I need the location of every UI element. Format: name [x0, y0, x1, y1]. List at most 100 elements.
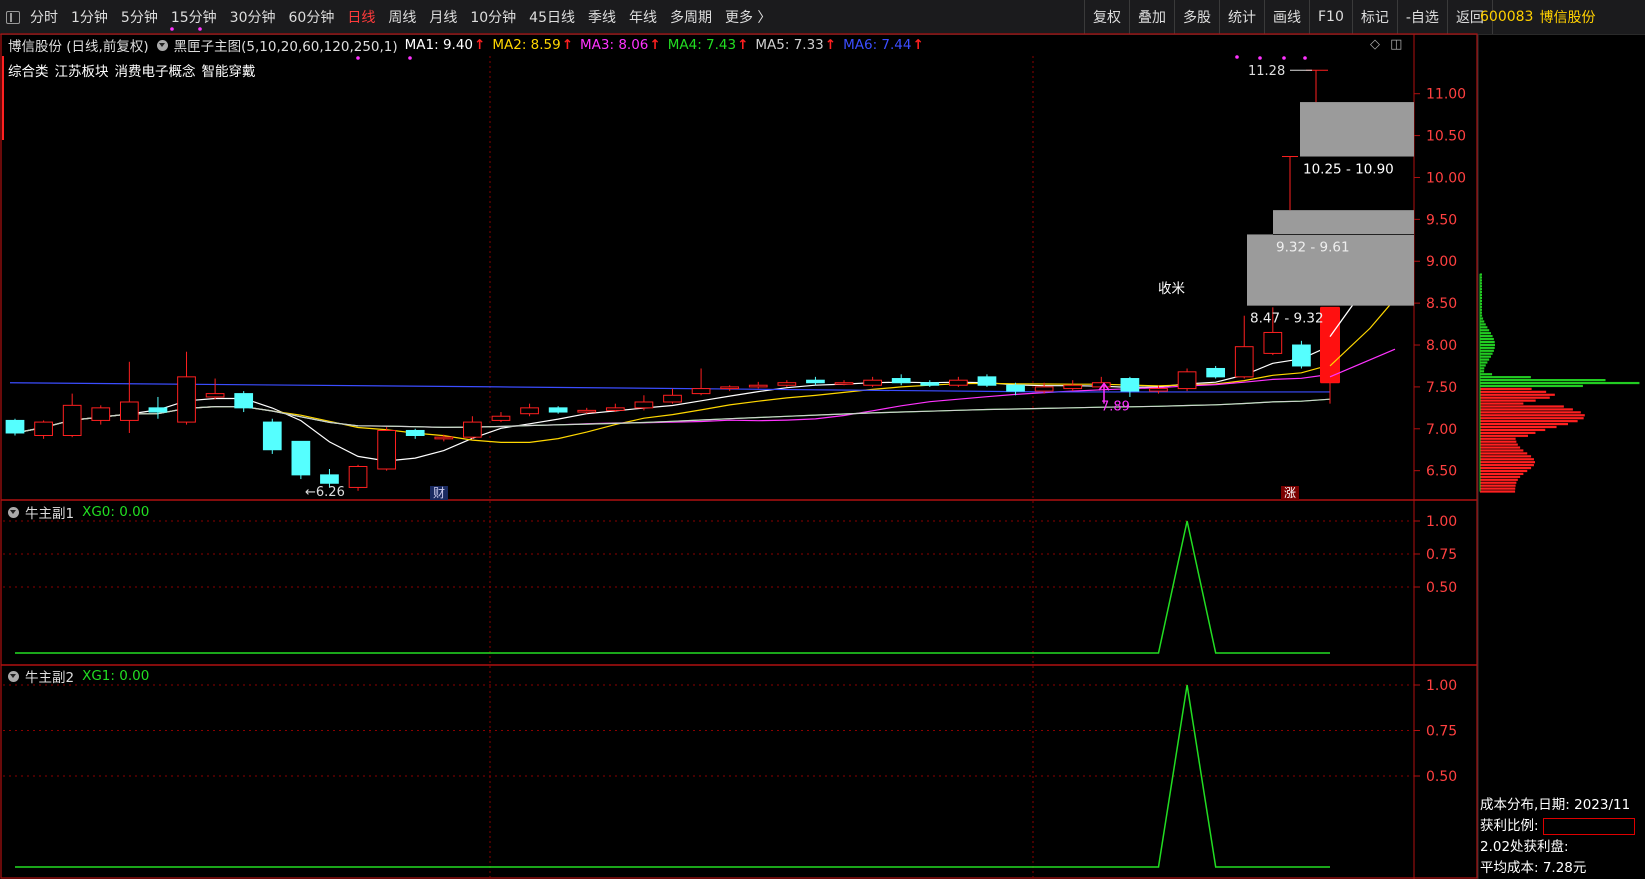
- concept-tag-2[interactable]: 消费电子概念: [115, 64, 196, 80]
- window-toggle-icon[interactable]: [6, 10, 20, 24]
- chip-bar: [1480, 291, 1482, 294]
- period-tab-3[interactable]: 15分钟: [171, 7, 217, 27]
- candle-body: [520, 407, 539, 415]
- period-tab-11[interactable]: 季线: [588, 7, 616, 27]
- stock-code: 600083: [1480, 9, 1534, 25]
- up-arrow-icon: ↑: [649, 37, 661, 53]
- sub1-value: XG0: 0.00: [82, 504, 150, 520]
- period-tab-13[interactable]: 多周期: [670, 7, 712, 27]
- ma-line-2: [14, 364, 1331, 443]
- tool-button-1[interactable]: 叠加: [1129, 0, 1174, 34]
- sub2-header: 牛主副2 XG1: 0.00: [8, 666, 149, 686]
- shoumi-label: 收米: [1158, 281, 1186, 297]
- sub1-axis-label-1: 0.75: [1426, 547, 1457, 563]
- concept-tag-1[interactable]: 江苏板块: [55, 64, 109, 80]
- period-tab-10[interactable]: 45日线: [529, 7, 575, 27]
- up-arrow-icon: ↑: [824, 37, 837, 53]
- period-tab-12[interactable]: 年线: [629, 7, 657, 27]
- chip-bar: [1480, 367, 1485, 370]
- chip-bar: [1480, 446, 1521, 449]
- zone-label-2: 9.32 - 9.61: [1276, 239, 1350, 255]
- tool-button-3[interactable]: 统计: [1219, 0, 1264, 34]
- candle-body: [920, 382, 940, 386]
- stock-period-label: 博信股份 (日线,前复权): [8, 39, 149, 55]
- projection-line-2: [1329, 298, 1396, 367]
- indicator-name[interactable]: 黑匣子主图(5,10,20,60,120,250,1): [174, 35, 398, 55]
- chip-bar: [1480, 434, 1528, 437]
- period-tab-6[interactable]: 日线: [347, 7, 375, 27]
- chip-bar: [1480, 490, 1516, 493]
- signal-dot-4: [1235, 55, 1239, 59]
- period-tab-8[interactable]: 月线: [429, 7, 457, 27]
- candle-body: [463, 421, 482, 438]
- chip-bar: [1480, 335, 1493, 338]
- diamond-icon[interactable]: ◇: [1370, 37, 1380, 52]
- chip-bar: [1480, 402, 1524, 405]
- candle-body: [1177, 371, 1197, 390]
- period-tab-4[interactable]: 30分钟: [230, 7, 276, 27]
- chip-bar: [1480, 288, 1482, 291]
- cai-badge: 财: [433, 486, 445, 500]
- concept-tag-3[interactable]: 智能穿戴: [202, 64, 256, 80]
- tool-button-6[interactable]: 标记: [1351, 0, 1397, 34]
- sub2-name[interactable]: 牛主副2: [25, 666, 74, 686]
- period-tab-1[interactable]: 1分钟: [71, 7, 108, 27]
- chip-bar: [1480, 317, 1484, 320]
- tool-button-4[interactable]: 画线: [1264, 0, 1309, 34]
- candle-body: [863, 379, 882, 386]
- chip-bar: [1480, 393, 1555, 396]
- mark-arrow-icon: [1098, 382, 1110, 404]
- tool-button-2[interactable]: 多股: [1174, 0, 1219, 34]
- chip-bar: [1480, 487, 1516, 490]
- ma-value-3: MA3: 8.06: [580, 37, 649, 53]
- candle-body: [1091, 382, 1111, 388]
- candle-body: [748, 384, 768, 388]
- period-tab-7[interactable]: 周线: [388, 7, 416, 27]
- chip-bar: [1480, 399, 1536, 402]
- chip-bar: [1480, 323, 1486, 326]
- chip-bar: [1480, 349, 1494, 352]
- indicator-dropdown-icon[interactable]: [156, 39, 168, 51]
- tool-buttons: 复权 叠加 多股 统计 画线 F10 标记 -自选 返回: [1084, 0, 1493, 34]
- chip-bar: [1480, 381, 1640, 385]
- tool-button-0[interactable]: 复权: [1084, 0, 1129, 34]
- period-tab-0[interactable]: 分时: [30, 7, 58, 27]
- sub2-dropdown-icon[interactable]: [8, 670, 19, 682]
- zone-label-3: 8.47 - 9.32: [1250, 311, 1324, 327]
- candle-body: [1234, 346, 1254, 378]
- last-candle-body: [1320, 307, 1340, 383]
- chip-bar: [1480, 293, 1482, 297]
- high-price-label: 11.28: [1248, 64, 1285, 79]
- chip-bar: [1480, 370, 1485, 373]
- tool-button-5[interactable]: F10: [1309, 0, 1352, 34]
- ma-values: MA1: 9.40↑ MA2: 8.59↑ MA3: 8.06↑ MA4: 7.43↑…: [398, 37, 924, 53]
- chip-bar: [1480, 276, 1482, 279]
- candle-body: [977, 376, 997, 386]
- period-tab-5[interactable]: 60分钟: [289, 7, 335, 27]
- zone-label-1: 10.25 - 10.90: [1303, 162, 1394, 178]
- price-label-1: 10.50: [1426, 129, 1466, 145]
- up-arrow-icon: ↑: [737, 37, 749, 53]
- cost-title: 成本分布,日期: 2023/11: [1480, 797, 1631, 813]
- tool-button-7[interactable]: -自选: [1396, 0, 1447, 34]
- kline-chart[interactable]: 11.00 10.50 10.00 9.50 9.00 8.50 8.00 7.50 7.00 6…: [0, 0, 1645, 879]
- candle-body: [320, 474, 339, 484]
- candle-body: [834, 382, 854, 385]
- price-label-5: 8.50: [1426, 296, 1457, 312]
- sub1-name[interactable]: 牛主副1: [25, 502, 74, 522]
- chip-bar: [1480, 329, 1490, 332]
- chip-bar: [1480, 376, 1531, 379]
- chip-bar: [1480, 431, 1536, 434]
- zone-box-1: [1300, 102, 1414, 157]
- candle-body: [91, 407, 111, 421]
- concept-tag-0[interactable]: 综合类: [8, 64, 49, 80]
- period-tab-2[interactable]: 5分钟: [121, 7, 158, 27]
- price-label-8: 7.00: [1426, 422, 1457, 438]
- period-tab-14[interactable]: 更多 〉: [725, 7, 771, 27]
- panel-toggle-icon[interactable]: ◫: [1390, 37, 1402, 52]
- sub1-signal-line: [15, 520, 1330, 654]
- chip-bar: [1480, 358, 1490, 361]
- ma-line-1: [14, 345, 1331, 462]
- sub1-dropdown-icon[interactable]: [8, 506, 19, 518]
- period-tab-9[interactable]: 10分钟: [470, 7, 516, 27]
